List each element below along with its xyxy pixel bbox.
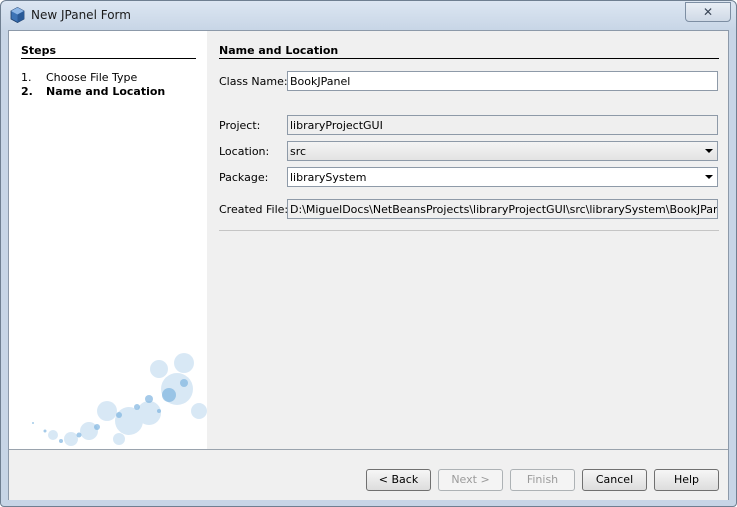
step-label: Name and Location: [46, 85, 166, 98]
form-divider: [219, 230, 719, 231]
package-value: librarySystem: [290, 171, 367, 184]
dialog-body: Steps 1. Choose File Type 2. Name and Loca…: [8, 30, 729, 500]
title-bar[interactable]: New JPanel Form ✕: [1, 1, 736, 29]
package-dropdown[interactable]: librarySystem: [287, 167, 718, 187]
step-name-and-location: 2. Name and Location: [21, 85, 165, 98]
step-choose-file-type: 1. Choose File Type: [21, 71, 137, 84]
close-button[interactable]: ✕: [685, 2, 731, 22]
class-name-field[interactable]: BookJPanel: [287, 71, 718, 91]
location-label: Location:: [219, 145, 270, 158]
package-label: Package:: [219, 171, 269, 184]
location-value: src: [290, 145, 307, 158]
chevron-down-icon: [705, 175, 713, 179]
button-bar: < Back Next > Finish Cancel Help: [9, 449, 728, 500]
steps-panel: Steps 1. Choose File Type 2. Name and Loca…: [9, 31, 207, 449]
bubbles-decoration: [32, 353, 207, 446]
cancel-button[interactable]: Cancel: [582, 469, 647, 491]
netbeans-cube-icon: [10, 7, 25, 23]
class-name-label: Class Name:: [219, 75, 288, 88]
back-button[interactable]: < Back: [366, 469, 431, 491]
next-button[interactable]: Next >: [438, 469, 503, 491]
window-title: New JPanel Form: [31, 8, 131, 22]
dialog-window: New JPanel Form ✕ Steps 1. Choose File Ty…: [0, 0, 737, 507]
close-icon: ✕: [702, 5, 714, 19]
section-title: Name and Location: [219, 44, 339, 57]
steps-divider: [21, 58, 196, 59]
steps-title: Steps: [21, 44, 57, 57]
section-divider: [219, 58, 719, 59]
step-label: Choose File Type: [46, 71, 138, 84]
finish-button[interactable]: Finish: [510, 469, 575, 491]
location-dropdown[interactable]: src: [287, 141, 718, 161]
name-location-panel: Name and Location Class Name: BookJPanel…: [207, 31, 728, 449]
created-file-field: D:\MiguelDocs\NetBeansProjects\libraryPr…: [287, 199, 718, 219]
help-button[interactable]: Help: [654, 469, 719, 491]
chevron-down-icon: [705, 149, 713, 153]
step-number: 1.: [21, 71, 32, 84]
project-label: Project:: [219, 119, 261, 132]
project-field: libraryProjectGUI: [287, 115, 718, 135]
step-number: 2.: [21, 85, 33, 98]
created-file-label: Created File:: [219, 203, 289, 216]
